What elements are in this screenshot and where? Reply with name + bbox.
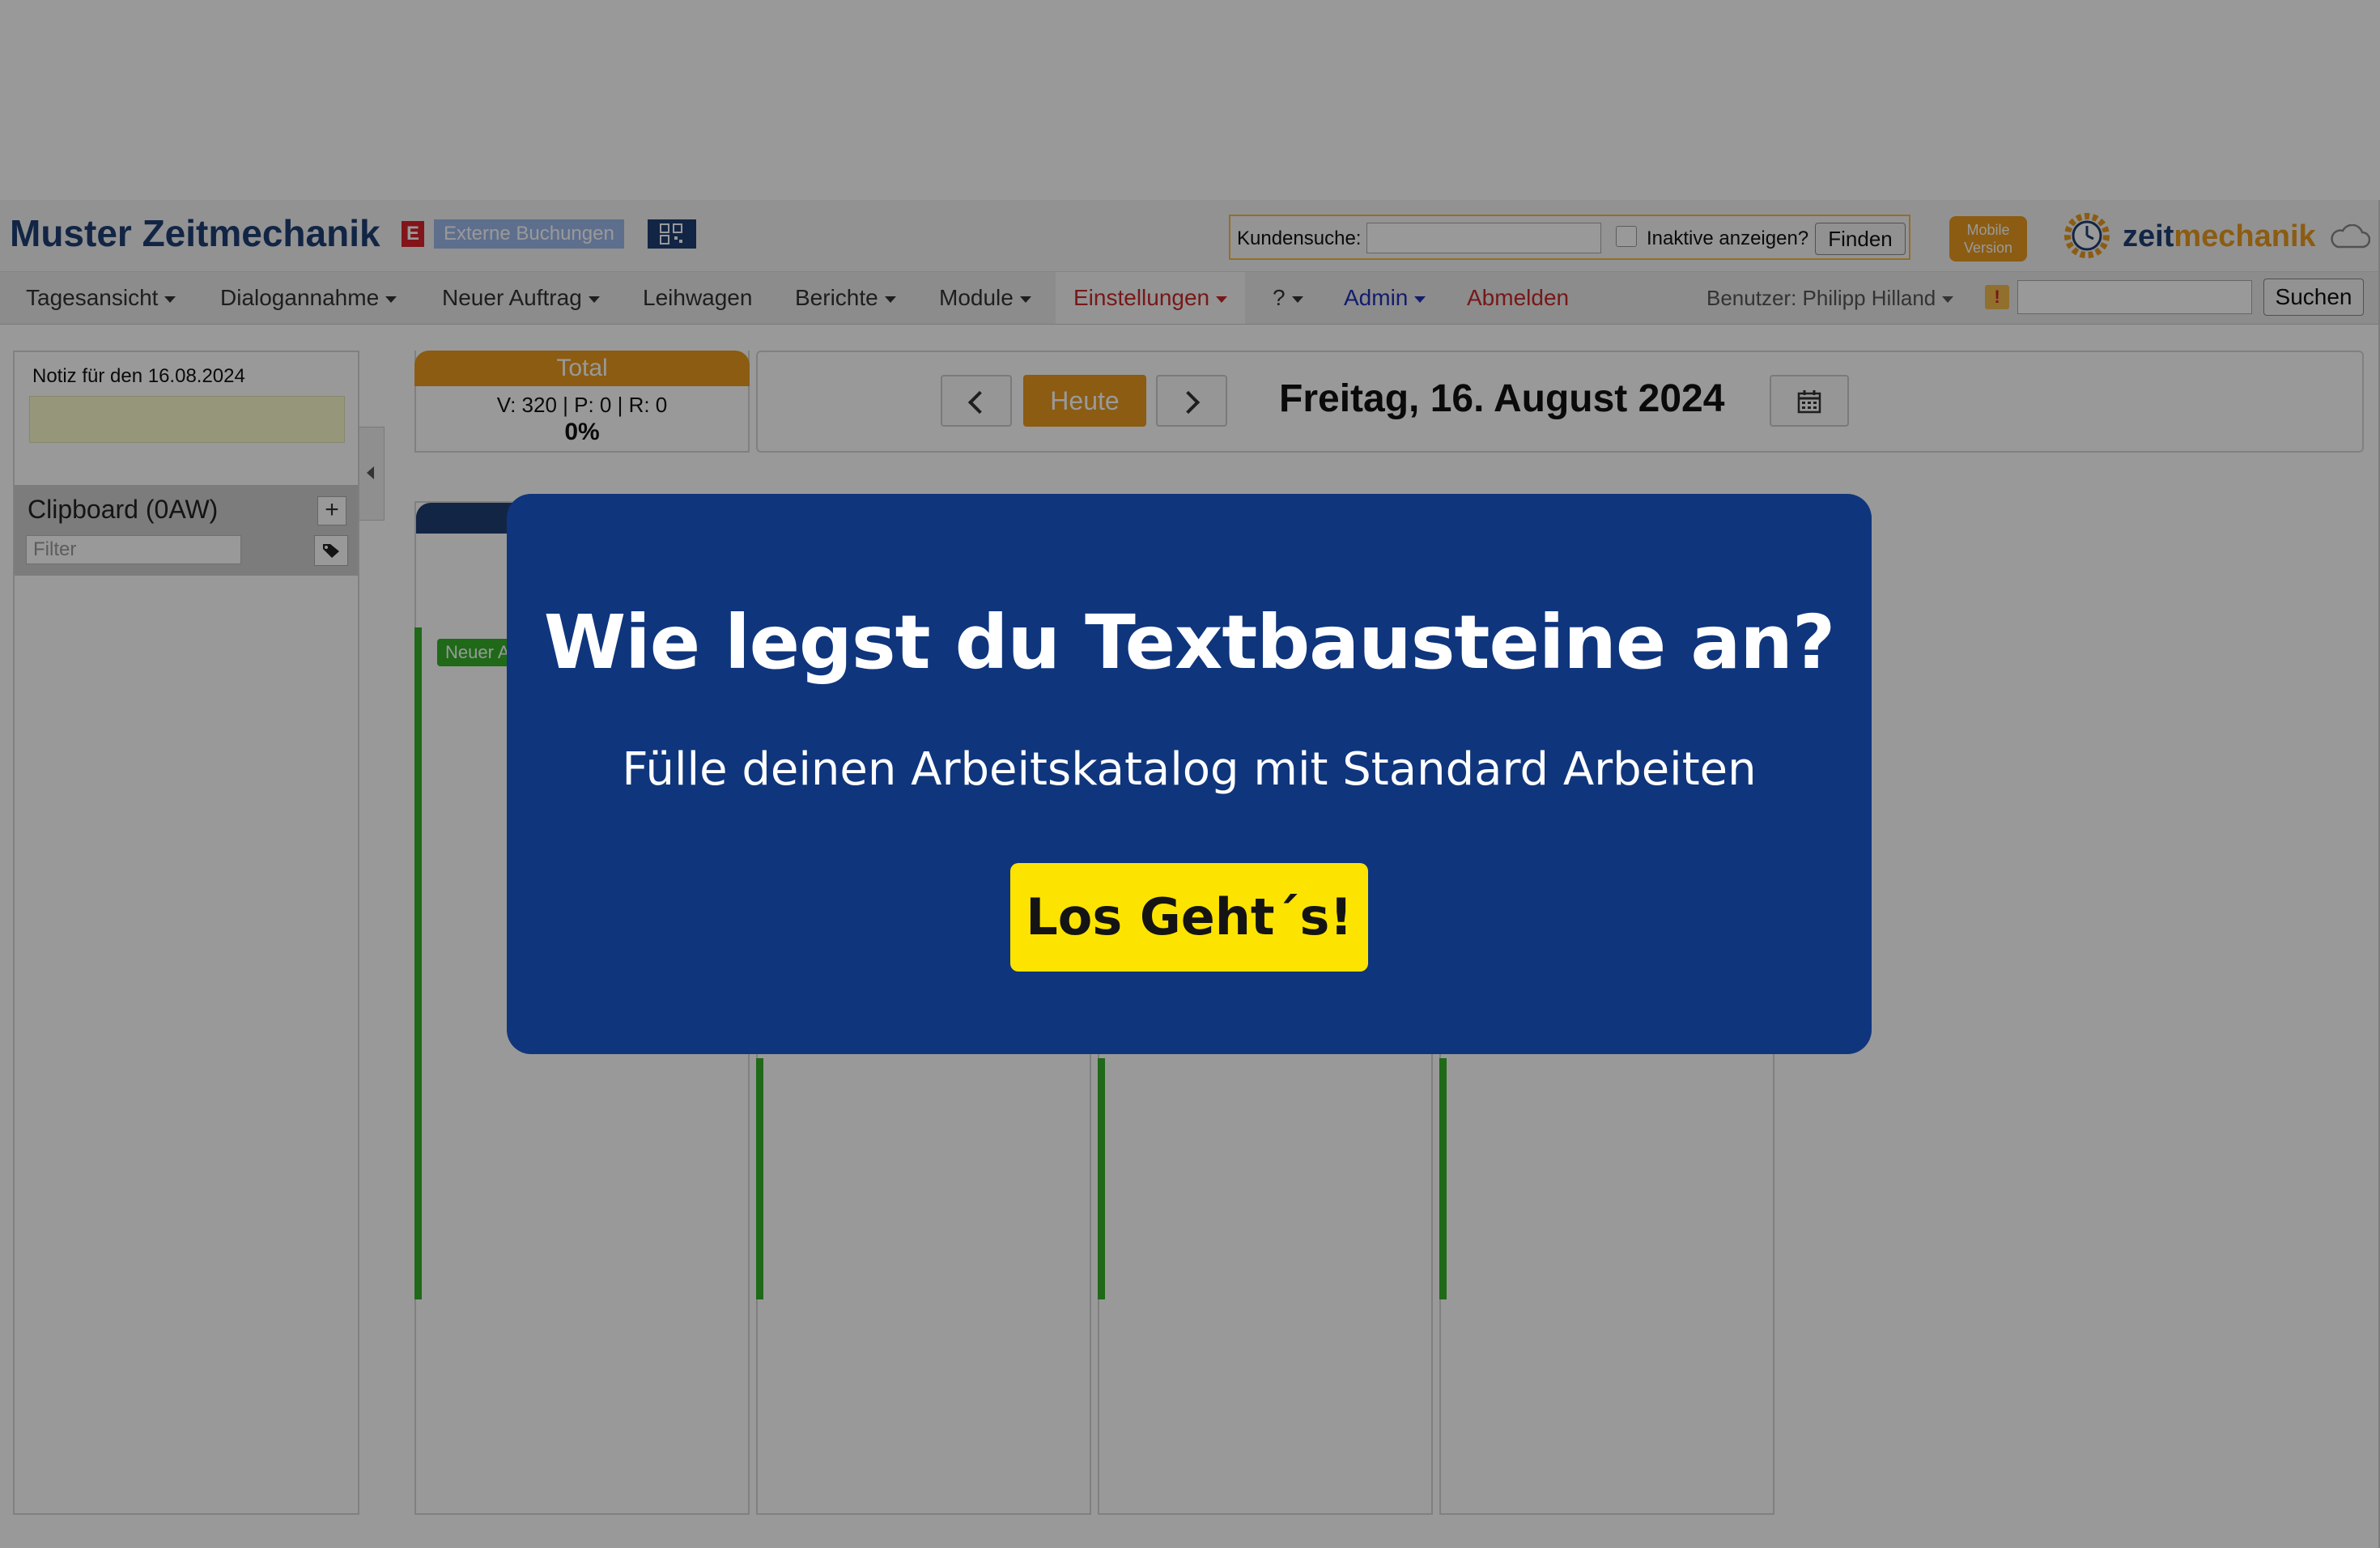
modal-subtitle: Fülle deinen Arbeitskatalog mit Standard… (622, 743, 1757, 796)
start-button[interactable]: Los Geht´s! (1010, 863, 1368, 972)
modal-title: Wie legst du Textbausteine an? (543, 599, 1836, 686)
onboarding-modal: Wie legst du Textbausteine an? Fülle dei… (507, 494, 1872, 1054)
